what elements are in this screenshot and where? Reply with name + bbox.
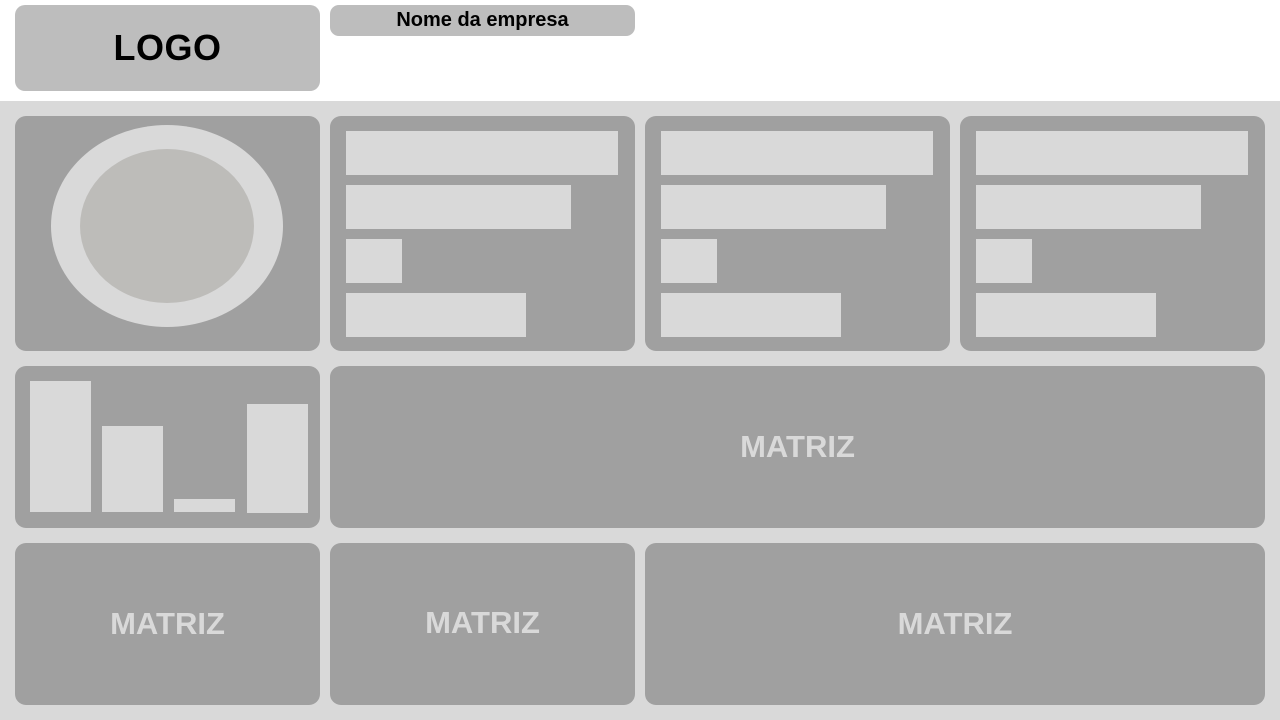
text-placeholder (661, 185, 886, 229)
matrix-panel-main: MATRIZ (330, 366, 1265, 528)
chart-bar (30, 381, 91, 512)
info-card-2 (645, 116, 950, 351)
info-card-1 (330, 116, 635, 351)
avatar-card (15, 116, 320, 351)
text-placeholder (661, 131, 933, 175)
text-placeholder (346, 239, 402, 283)
avatar-icon (51, 125, 283, 327)
text-placeholder (346, 185, 571, 229)
bar-chart-card (15, 366, 320, 528)
matrix-label: MATRIZ (110, 606, 225, 641)
text-placeholder (346, 131, 618, 175)
matrix-label: MATRIZ (425, 605, 540, 640)
text-placeholder (346, 293, 526, 337)
text-placeholder (661, 239, 717, 283)
matrix-label: MATRIZ (740, 429, 855, 464)
logo-text: LOGO (113, 27, 222, 68)
company-name-box: Nome da empresa (330, 5, 635, 36)
header-bar: LOGO Nome da empresa (0, 0, 1280, 101)
text-placeholder (976, 131, 1248, 175)
text-placeholder (976, 185, 1201, 229)
matrix-label: MATRIZ (897, 606, 1013, 641)
text-placeholder (976, 239, 1032, 283)
dashboard-wireframe: LOGO Nome da empresa MATRIZ MATRIZ MATRI… (0, 0, 1280, 720)
text-placeholder (976, 293, 1156, 337)
chart-bar (102, 426, 163, 512)
matrix-panel-bottom-middle: MATRIZ (330, 543, 635, 705)
content-area: MATRIZ MATRIZ MATRIZ MATRIZ (0, 101, 1280, 720)
chart-bar (174, 499, 235, 512)
chart-bar (247, 404, 308, 513)
matrix-panel-bottom-right: MATRIZ (645, 543, 1265, 705)
company-name: Nome da empresa (396, 9, 569, 31)
logo[interactable]: LOGO (15, 5, 320, 91)
text-placeholder (661, 293, 841, 337)
avatar-inner-circle (80, 149, 254, 303)
matrix-panel-bottom-left: MATRIZ (15, 543, 320, 705)
info-card-3 (960, 116, 1265, 351)
